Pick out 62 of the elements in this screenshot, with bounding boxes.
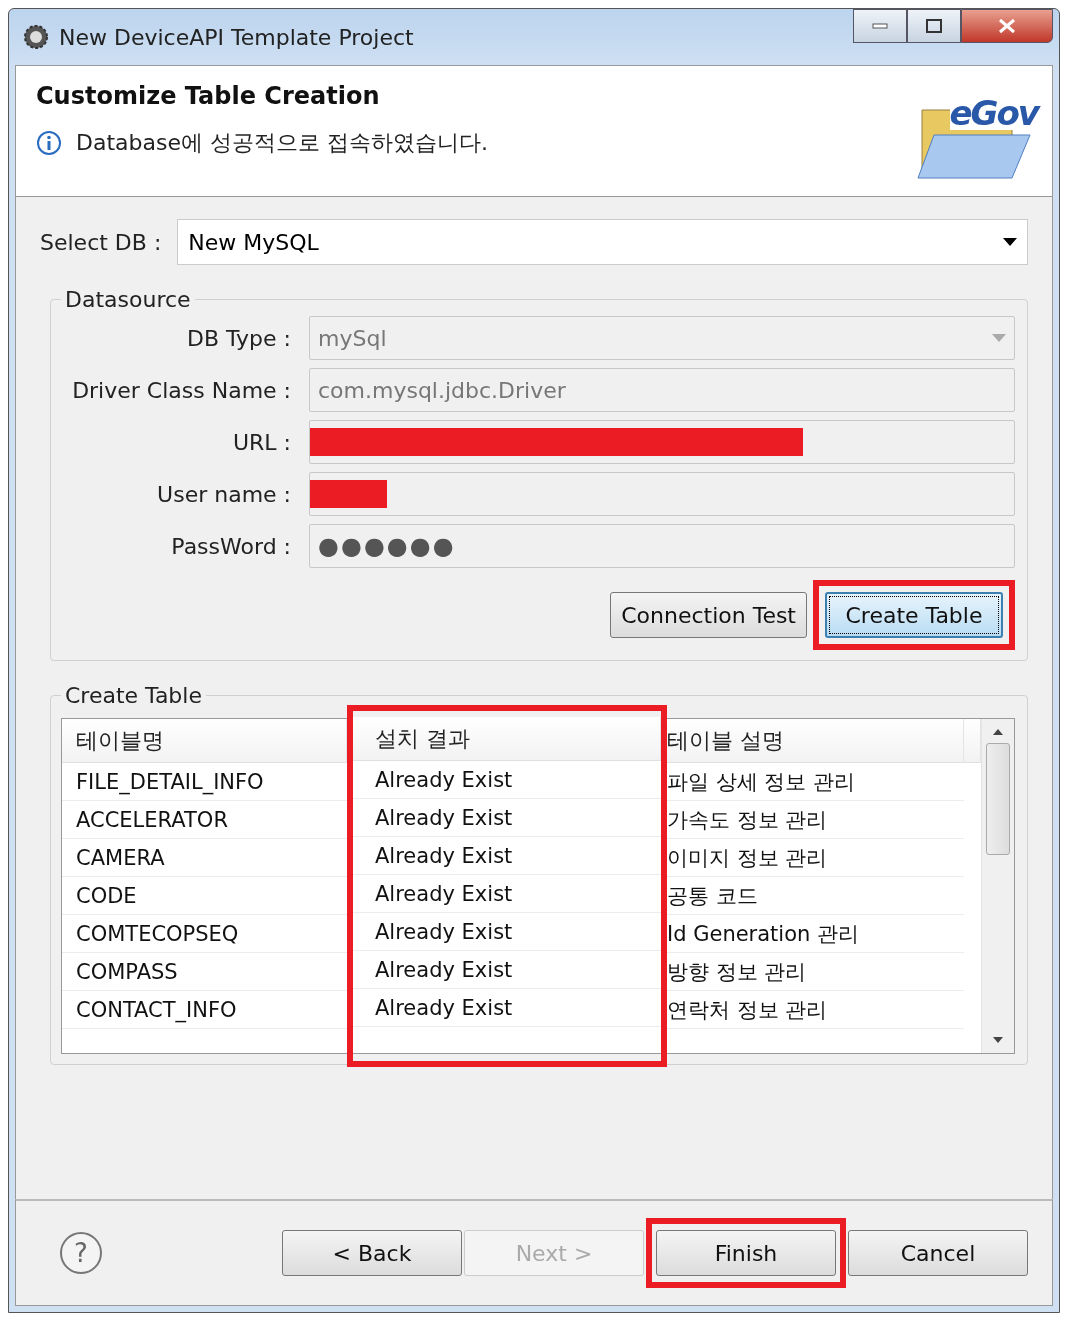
db-select[interactable]: New MySQL	[177, 219, 1028, 265]
close-button[interactable]	[961, 9, 1053, 43]
header-background	[964, 719, 981, 763]
wizard-button[interactable]: < Back	[282, 1230, 462, 1276]
group-title: Create Table	[64, 683, 203, 708]
action-button[interactable]: Create Table	[825, 592, 1003, 638]
table-cell: CAMERA	[62, 839, 347, 877]
dropdown-arrow-icon	[992, 334, 1006, 342]
maximize-button[interactable]	[907, 9, 961, 43]
field-label: DB Type :	[186, 325, 291, 351]
table-cell: Already Exist	[353, 799, 661, 837]
table-cell: Already Exist	[353, 875, 661, 913]
field-label: Driver Class Name :	[71, 377, 291, 403]
table-cell: 연락처 정보 관리	[667, 991, 964, 1029]
table-cell: COMPASS	[62, 953, 347, 991]
page-title: Customize Table Creation	[36, 82, 381, 110]
table-cell: FILE_DETAIL_INFO	[62, 763, 347, 801]
text-field[interactable]: com.mysql.jdbc.Driver	[309, 368, 1015, 412]
wizard-button[interactable]: Cancel	[848, 1230, 1028, 1276]
table-cell: CONTACT_INFO	[62, 991, 347, 1029]
table-cell: CODE	[62, 877, 347, 915]
status-message: Database에 성공적으로 접속하였습니다.	[76, 129, 488, 157]
table-cell: 방향 정보 관리	[667, 953, 964, 991]
minimize-button[interactable]	[853, 9, 907, 43]
table-cell: Already Exist	[353, 913, 661, 951]
table-cell: 가속도 정보 관리	[667, 801, 964, 839]
group-title: Datasource	[64, 287, 192, 312]
scroll-down-icon	[993, 1037, 1003, 1043]
scroll-thumb[interactable]	[986, 743, 1010, 855]
text-field[interactable]	[309, 472, 1015, 516]
info-icon	[36, 130, 62, 156]
field-label: URL :	[231, 429, 291, 455]
column-header[interactable]: 테이블명	[62, 719, 347, 763]
help-button[interactable]: ?	[60, 1232, 102, 1274]
table-cell: Already Exist	[353, 951, 661, 989]
table-cell: 이미지 정보 관리	[667, 839, 964, 877]
maximize-icon	[926, 19, 942, 33]
text-field[interactable]	[309, 420, 1015, 464]
column-header[interactable]: 설치 결과	[353, 717, 661, 761]
dropdown-arrow-icon	[1003, 238, 1017, 246]
scroll-up-icon	[993, 729, 1003, 735]
minimize-icon	[872, 23, 888, 29]
wizard-button[interactable]: Finish	[656, 1230, 836, 1276]
close-icon	[997, 18, 1017, 34]
table-cell: Id Generation 관리	[667, 915, 964, 953]
db-type-select[interactable]: mySql	[309, 316, 1015, 360]
window-title: New DeviceAPI Template Project	[59, 24, 415, 50]
column-header[interactable]: 테이블 설명	[667, 719, 964, 763]
table-cell: Already Exist	[353, 989, 661, 1027]
table-cell: ACCELERATOR	[62, 801, 347, 839]
table-cell: 파일 상세 정보 관리	[667, 763, 964, 801]
table-cell: Already Exist	[353, 761, 661, 799]
table-cell: 공통 코드	[667, 877, 964, 915]
password-field[interactable]: ●●●●●●	[309, 524, 1015, 568]
table-cell: Already Exist	[353, 837, 661, 875]
field-label: Select DB :	[40, 229, 162, 255]
gear-icon	[23, 24, 49, 50]
field-label: User name :	[156, 481, 291, 507]
scrollbar[interactable]	[981, 719, 1014, 1053]
action-button[interactable]: Connection Test	[610, 592, 807, 638]
table-cell: COMTECOPSEQ	[62, 915, 347, 953]
field-label: PassWord :	[170, 533, 291, 559]
